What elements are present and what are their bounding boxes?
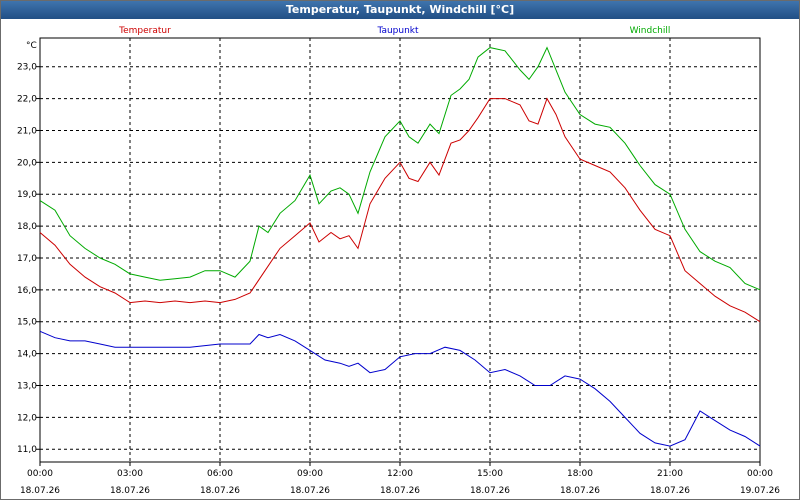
y-tick-label: 19,0 <box>17 190 37 200</box>
x-tick-time: 03:00 <box>117 469 143 479</box>
x-tick-date: 18.07.26 <box>650 486 690 496</box>
y-tick-label: 16,0 <box>17 286 37 296</box>
y-tick-label: 13,0 <box>17 381 37 391</box>
x-tick-date: 18.07.26 <box>380 486 420 496</box>
y-tick-label: 20,0 <box>17 158 37 168</box>
y-tick-label: 15,0 <box>17 318 37 328</box>
x-tick-time: 00:00 <box>27 469 53 479</box>
y-tick-label: 21,0 <box>17 126 37 136</box>
y-tick-label: 14,0 <box>17 350 37 360</box>
x-tick-time: 00:00 <box>747 469 773 479</box>
x-tick-date: 18.07.26 <box>200 486 240 496</box>
y-tick-label: 12,0 <box>17 413 37 423</box>
series-line-windchill <box>39 46 761 291</box>
x-tick-date: 19.07.26 <box>740 486 780 496</box>
y-tick-label: 11,0 <box>17 445 37 455</box>
y-unit-label: °C <box>26 41 37 51</box>
legend-windchill: Windchill <box>630 26 671 36</box>
x-tick-date: 18.07.26 <box>290 486 330 496</box>
y-tick-label: 23,0 <box>17 63 37 73</box>
legend-temperatur: Temperatur <box>118 26 171 36</box>
legend-taupunkt: Taupunkt <box>376 26 419 36</box>
y-axis: 11,0 12,0 13,0 14,0 15,0 16,0 17,0 18,0 19,0 20,0… <box>17 63 40 455</box>
y-tick-label: 17,0 <box>17 254 37 264</box>
x-tick-time: 18:00 <box>567 469 593 479</box>
x-tick-time: 06:00 <box>207 469 233 479</box>
x-tick-time: 15:00 <box>477 469 503 479</box>
y-tick-label: 22,0 <box>17 95 37 105</box>
series-line-temperatur <box>39 97 761 323</box>
legend: Temperatur Taupunkt Windchill <box>118 26 670 36</box>
x-tick-time: 21:00 <box>657 469 683 479</box>
chart-svg: 11,0 12,0 13,0 14,0 15,0 16,0 17,0 18,0 19,0 20,0… <box>17 26 780 496</box>
x-axis: 00:00 18.07.26 03:00 18.07.26 06:00 18.07.26 0… <box>20 462 780 496</box>
x-tick-date: 18.07.26 <box>20 486 60 496</box>
x-tick-date: 18.07.26 <box>560 486 600 496</box>
x-tick-time: 12:00 <box>387 469 413 479</box>
x-tick-time: 09:00 <box>297 469 323 479</box>
x-tick-date: 18.07.26 <box>470 486 510 496</box>
grid <box>40 38 760 462</box>
y-tick-label: 18,0 <box>17 222 37 232</box>
x-tick-date: 18.07.26 <box>110 486 150 496</box>
